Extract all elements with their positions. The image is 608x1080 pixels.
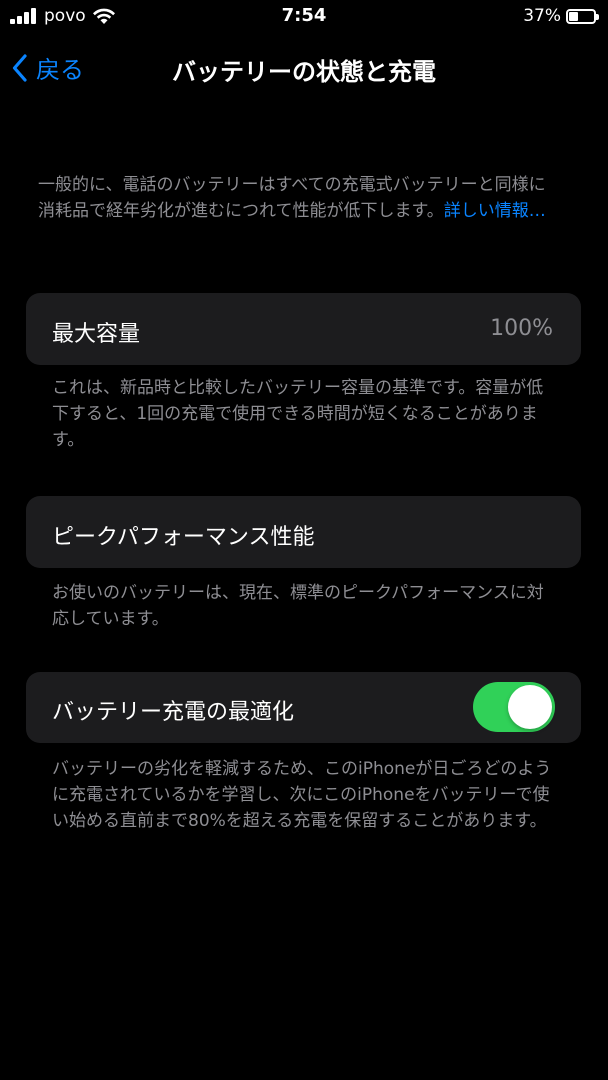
status-time: 7:54: [281, 5, 327, 26]
battery-percent: 37%: [523, 6, 561, 26]
max-capacity-label: 最大容量: [52, 322, 141, 347]
battery-fill: [569, 11, 578, 21]
max-capacity-footnote: これは、新品時と比較したバッテリー容量の基準です。容量が低下すると、1回の充電で…: [52, 378, 544, 450]
intro-text: 一般的に、電話のバッテリーはすべての充電式バッテリーと同様に消耗品で経年劣化が進…: [38, 172, 558, 224]
max-capacity-value: 100%: [490, 316, 553, 341]
navigation-bar: 戻る バッテリーの状態と充電: [0, 40, 608, 96]
max-capacity-row: 最大容量 100%: [26, 293, 581, 365]
status-bar: povo 7:54 37%: [0, 0, 608, 34]
battery-icon: [566, 8, 599, 24]
peak-performance-label: ピークパフォーマンス性能: [52, 525, 315, 550]
peak-performance-row: ピークパフォーマンス性能: [26, 496, 581, 568]
page-title: バッテリーの状態と充電: [172, 58, 436, 86]
optimized-charging-footnote: バッテリーの劣化を軽減するため、このiPhoneが日ごろどのように充電されている…: [52, 759, 552, 831]
learn-more-link[interactable]: 詳しい情報…: [444, 201, 546, 221]
toggle-knob: [508, 685, 552, 729]
peak-performance-footnote: お使いのバッテリーは、現在、標準のピークパフォーマンスに対応しています。: [52, 583, 544, 629]
status-right: 37%: [523, 6, 599, 26]
optimized-charging-toggle[interactable]: [473, 682, 555, 732]
optimized-charging-row: バッテリー充電の最適化: [26, 672, 581, 743]
optimized-charging-label: バッテリー充電の最適化: [52, 700, 295, 725]
